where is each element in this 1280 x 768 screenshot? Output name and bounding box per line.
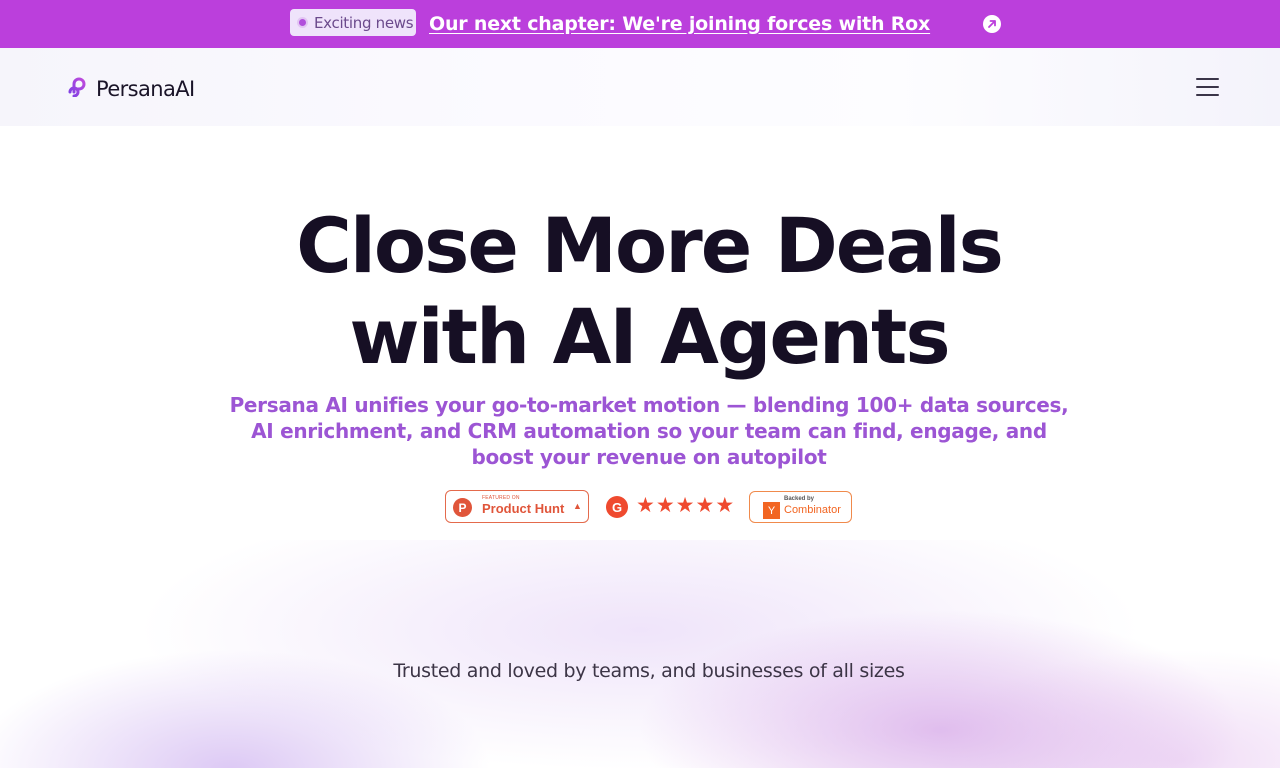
yc-backed-label: Backed by	[784, 496, 815, 502]
trusted-by-text: Trusted and loved by teams, and business…	[393, 660, 905, 682]
y-combinator-icon: Y	[763, 502, 780, 519]
upvote-icon: ▲	[573, 501, 582, 511]
logo[interactable]: PersanaAI	[67, 75, 195, 102]
hero-subtitle: Persana AI unifies your go-to-market mot…	[229, 393, 1069, 469]
badge-dot-icon	[299, 19, 306, 26]
yc-name: Combinator	[784, 504, 841, 516]
hamburger-menu-icon[interactable]	[1196, 78, 1219, 96]
announcement-link[interactable]: Our next chapter: We're joining forces w…	[429, 13, 930, 35]
persana-logo-icon	[67, 75, 93, 102]
exciting-news-badge: Exciting news	[290, 9, 416, 36]
star-icon: ★	[636, 494, 655, 517]
star-icon: ★	[655, 494, 675, 517]
product-hunt-badge[interactable]: P FEATURED ON Product Hunt ▲	[445, 490, 589, 523]
star-icon: ★	[715, 494, 735, 517]
product-hunt-icon: P	[453, 498, 472, 517]
logo-text: PersanaAI	[96, 76, 195, 101]
badge-label: Exciting news	[314, 13, 414, 32]
g2-icon[interactable]: G	[606, 496, 628, 518]
hero-title: Close More Deals with AI Agents	[0, 200, 1280, 382]
star-icon: ★	[675, 494, 695, 517]
g2-star-rating: ★ ★ ★ ★ ★	[636, 494, 734, 518]
arrow-up-right-icon[interactable]	[983, 15, 1001, 33]
hero-title-line-1: Close More Deals	[296, 201, 1004, 290]
star-icon: ★	[695, 494, 715, 517]
announcement-bar: Exciting news Our next chapter: We're jo…	[0, 0, 1280, 48]
product-hunt-name: Product Hunt	[482, 501, 565, 516]
y-combinator-badge[interactable]: Y Backed by Combinator	[749, 491, 852, 523]
site-header: PersanaAI	[0, 48, 1280, 126]
hero-title-line-2: with AI Agents	[349, 292, 950, 381]
background-glow	[0, 540, 1280, 768]
